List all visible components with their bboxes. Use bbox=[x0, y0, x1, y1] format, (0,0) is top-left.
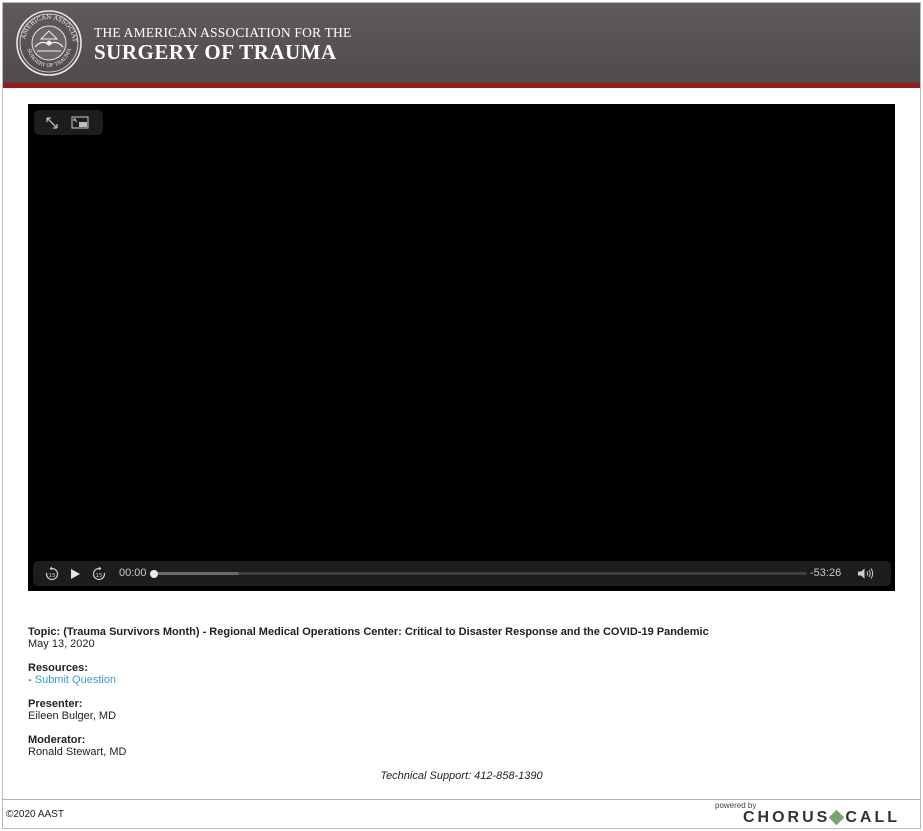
svg-text:15: 15 bbox=[96, 572, 103, 578]
page-frame: THE AMERICAN ASSOCIATION SURGERY OF TRAU… bbox=[2, 2, 921, 829]
webinar-info: Topic: (Trauma Survivors Month) - Region… bbox=[28, 626, 888, 758]
chorus-call-logo: CHORUS CALL bbox=[743, 809, 900, 827]
footer-divider bbox=[3, 799, 920, 800]
header-accent-bar bbox=[3, 83, 920, 88]
play-button[interactable] bbox=[66, 561, 84, 586]
current-time: 00:00 bbox=[119, 567, 147, 579]
resource-bullet: - bbox=[28, 674, 35, 686]
volume-button[interactable] bbox=[856, 561, 876, 586]
brand-title: THE AMERICAN ASSOCIATION FOR THE SURGERY… bbox=[94, 25, 351, 63]
resources-label: Resources: bbox=[28, 662, 88, 674]
topic-title: Topic: (Trauma Survivors Month) - Region… bbox=[28, 626, 709, 638]
event-date: May 13, 2020 bbox=[28, 638, 95, 650]
player-control-bar: 15 15 00:00 -53:26 bbox=[33, 561, 891, 586]
chorus-call-diamond-icon bbox=[829, 809, 845, 826]
svg-text:15: 15 bbox=[49, 572, 56, 578]
presenter-label: Presenter: bbox=[28, 698, 83, 710]
brand-line1: THE AMERICAN ASSOCIATION FOR THE bbox=[94, 25, 352, 40]
volume-icon bbox=[858, 568, 874, 579]
skip-back-button[interactable]: 15 bbox=[43, 561, 61, 586]
technical-support: Technical Support: 412-858-1390 bbox=[380, 770, 543, 782]
moderator-name: Ronald Stewart, MD bbox=[28, 746, 127, 758]
submit-question-link[interactable]: Submit Question bbox=[35, 674, 116, 686]
skip-forward-15-icon: 15 bbox=[92, 566, 106, 580]
seek-thumb[interactable] bbox=[150, 569, 158, 578]
chorus-call-logo-left: CHORUS bbox=[743, 809, 831, 826]
fullscreen-button[interactable] bbox=[42, 113, 62, 132]
video-player[interactable]: 15 15 00:00 -53:26 bbox=[28, 104, 895, 591]
player-top-controls bbox=[34, 110, 103, 135]
seek-bar[interactable] bbox=[150, 569, 807, 578]
brand-line2: SURGERY OF TRAUMA bbox=[94, 40, 337, 64]
copyright: ©2020 AAST bbox=[6, 809, 64, 820]
picture-in-picture-button[interactable] bbox=[70, 113, 90, 132]
presenter-name: Eileen Bulger, MD bbox=[28, 710, 117, 722]
play-icon bbox=[71, 568, 80, 579]
site-header: THE AMERICAN ASSOCIATION SURGERY OF TRAU… bbox=[3, 3, 920, 83]
remaining-time: -53:26 bbox=[810, 567, 842, 579]
seek-bar-buffered bbox=[154, 572, 239, 575]
aast-seal-logo: THE AMERICAN ASSOCIATION SURGERY OF TRAU… bbox=[15, 9, 82, 76]
expand-icon bbox=[46, 116, 58, 129]
moderator-label: Moderator: bbox=[28, 734, 86, 746]
picture-in-picture-icon bbox=[71, 116, 89, 129]
chorus-call-logo-right: CALL bbox=[845, 809, 900, 826]
skip-forward-button[interactable]: 15 bbox=[90, 561, 108, 586]
resource-item: - Submit Question bbox=[28, 674, 888, 686]
skip-back-15-icon: 15 bbox=[45, 566, 59, 580]
